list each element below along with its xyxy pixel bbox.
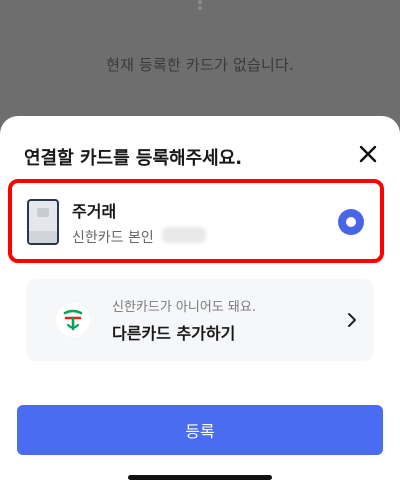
other-card-title: 다른카드 추가하기 bbox=[112, 324, 236, 343]
card-thumbnail bbox=[27, 199, 59, 245]
masked-info bbox=[162, 227, 206, 243]
shinhan-logo-icon bbox=[56, 303, 90, 337]
close-icon bbox=[359, 145, 377, 163]
radio-dot-icon bbox=[346, 217, 356, 227]
home-indicator bbox=[128, 475, 272, 480]
dots-icon bbox=[188, 0, 212, 12]
register-button[interactable]: 등록 bbox=[17, 405, 383, 455]
sheet-title: 연결할 카드를 등록해주세요. bbox=[24, 148, 243, 169]
add-other-card-button[interactable]: 신한카드가 아니어도 돼요. 다른카드 추가하기 bbox=[26, 279, 374, 361]
chevron-right-icon bbox=[348, 313, 356, 327]
close-button[interactable] bbox=[356, 142, 380, 166]
card-description: 신한카드 본인 bbox=[72, 230, 154, 246]
card-option-main[interactable]: 주거래 신한카드 본인 bbox=[8, 179, 384, 263]
card-radio-selected[interactable] bbox=[338, 209, 364, 235]
bottom-sheet: 연결할 카드를 등록해주세요. 주거래 신한카드 본인 신한카드가 아니어도 돼… bbox=[0, 116, 400, 488]
other-card-subtitle: 신한카드가 아니어도 돼요. bbox=[112, 300, 256, 315]
empty-cards-message: 현재 등록한 카드가 없습니다. bbox=[106, 56, 294, 74]
card-name: 주거래 bbox=[72, 202, 117, 221]
